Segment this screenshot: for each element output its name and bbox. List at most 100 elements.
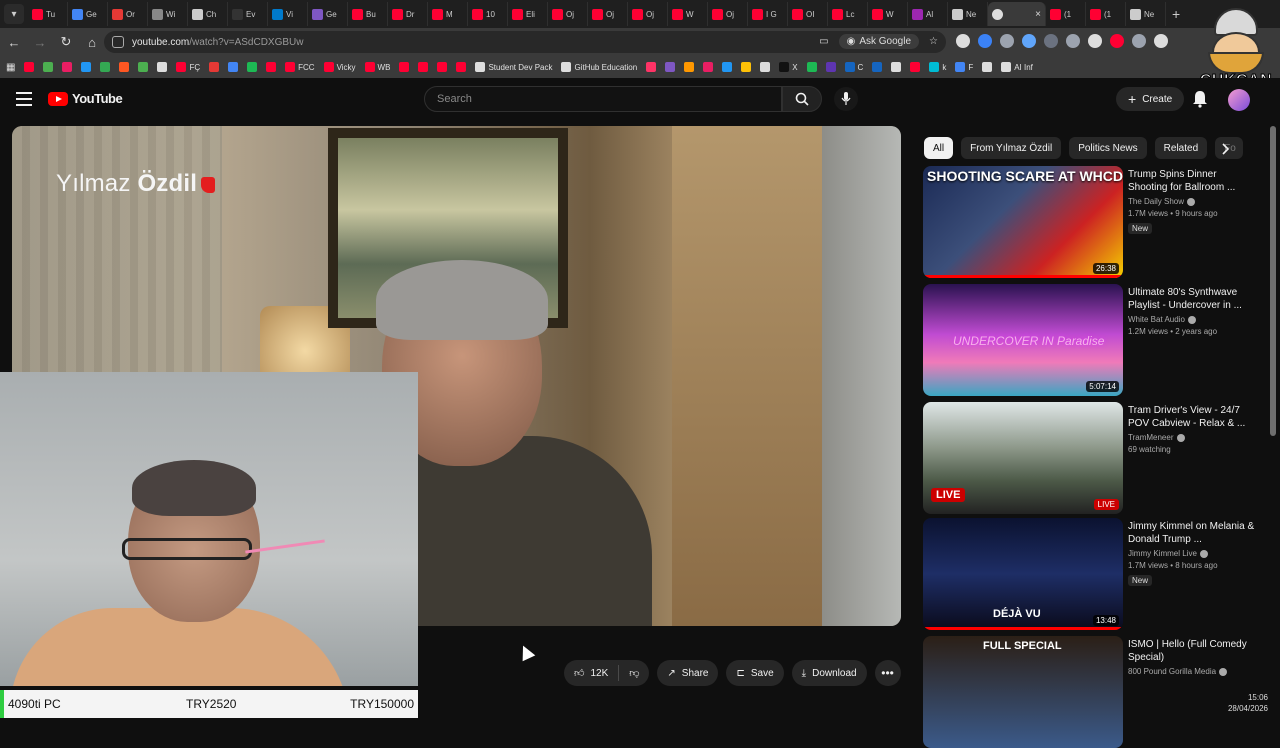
browser-tab[interactable]: Ev — [228, 2, 268, 26]
video-thumbnail[interactable]: SHOOTING SCARE AT WHCD 26:38 — [923, 166, 1123, 278]
download-button[interactable]: ⤓ Download — [791, 660, 867, 686]
bookmark-item[interactable] — [266, 62, 277, 72]
browser-tab[interactable]: M — [428, 2, 468, 26]
filter-chip[interactable]: Politics News — [1069, 137, 1147, 159]
browser-tab[interactable]: Oj — [708, 2, 748, 26]
new-tab-button[interactable]: + — [1172, 6, 1180, 22]
bookmark-item[interactable] — [722, 62, 733, 72]
bookmark-item[interactable] — [247, 62, 258, 72]
recommendation-title[interactable]: ISMO | Hello (Full Comedy Special) — [1128, 638, 1256, 664]
recommendation-item[interactable]: FULL SPECIAL ISMO | Hello (Full Comedy Sp… — [923, 636, 1263, 748]
channel-name[interactable]: Jimmy Kimmel Live — [1128, 549, 1256, 558]
like-button[interactable]: 👍︎ 12K — [564, 660, 618, 686]
bookmark-item[interactable] — [684, 62, 695, 72]
bookmark-item[interactable]: X — [779, 62, 798, 72]
browser-tab[interactable]: Ge — [68, 2, 108, 26]
back-button[interactable]: ← — [2, 30, 26, 54]
close-tab-icon[interactable]: × — [1035, 9, 1041, 20]
shield-icon[interactable] — [1088, 34, 1102, 48]
bookmark-item[interactable] — [760, 62, 771, 72]
extension-icon[interactable] — [956, 34, 970, 48]
bookmark-item[interactable] — [24, 62, 35, 72]
page-scrollbar[interactable] — [1270, 126, 1276, 436]
bookmark-item[interactable]: GitHub Education — [561, 62, 637, 72]
bookmark-item[interactable] — [741, 62, 752, 72]
browser-tab[interactable]: Oj — [548, 2, 588, 26]
recommendation-item[interactable]: UNDERCOVER IN Paradise 5:07:14 Ultimate 80… — [923, 284, 1263, 396]
browser-tab[interactable]: Ne — [948, 2, 988, 26]
bookmark-item[interactable] — [703, 62, 714, 72]
recommendation-title[interactable]: Tram Driver's View - 24/7 POV Cabview - … — [1128, 404, 1256, 430]
bookmark-item[interactable] — [665, 62, 676, 72]
browser-tab[interactable]: W — [868, 2, 908, 26]
bookmark-item[interactable]: C — [844, 62, 863, 72]
forward-button[interactable]: → — [28, 30, 52, 54]
bookmark-item[interactable] — [437, 62, 448, 72]
browser-tab[interactable]: I G — [748, 2, 788, 26]
browser-tab[interactable]: Ne — [1126, 2, 1166, 26]
recommendation-title[interactable]: Ultimate 80's Synthwave Playlist - Under… — [1128, 286, 1256, 312]
create-button[interactable]: + Create — [1116, 87, 1185, 111]
bookmark-item[interactable]: F — [955, 62, 973, 72]
browser-tab[interactable]: (1 — [1086, 2, 1126, 26]
tab-search-button[interactable]: ▾ — [4, 4, 24, 24]
bookmark-item[interactable] — [806, 62, 817, 72]
bookmark-item[interactable] — [982, 62, 993, 72]
bookmark-item[interactable] — [100, 62, 111, 72]
browser-tab[interactable]: Dr — [388, 2, 428, 26]
dislike-button[interactable]: 👎︎ — [619, 660, 649, 686]
search-input[interactable]: Search — [424, 86, 782, 112]
channel-name[interactable]: The Daily Show — [1128, 197, 1256, 206]
bookmark-item[interactable] — [157, 62, 168, 72]
user-avatar[interactable] — [1228, 89, 1250, 111]
share-button[interactable]: ↗ Share — [657, 660, 719, 686]
browser-tab[interactable]: Or — [108, 2, 148, 26]
bookmark-item[interactable] — [456, 62, 467, 72]
filter-chip[interactable]: All — [924, 137, 954, 159]
address-bar[interactable]: youtube.com/watch?v=ASdCDXGBUw ▭ ◉ Ask Go… — [104, 31, 946, 53]
filter-chip[interactable]: From Yılmaz Özdil — [961, 137, 1062, 159]
recommendation-item[interactable]: SHOOTING SCARE AT WHCD 26:38 Trump Spins D… — [923, 166, 1263, 278]
browser-tab[interactable]: Lc — [828, 2, 868, 26]
bookmark-item[interactable]: FCC — [285, 62, 315, 72]
bookmark-item[interactable] — [646, 62, 657, 72]
recommendation-item[interactable]: LIVE LIVE Tram Driver's View - 24/7 POV Ca… — [923, 402, 1263, 514]
channel-name[interactable]: White Bat Audio — [1128, 315, 1256, 324]
extension-icon[interactable] — [978, 34, 992, 48]
reload-button[interactable]: ↻ — [54, 30, 78, 54]
browser-tab[interactable]: Bu — [348, 2, 388, 26]
browser-tab[interactable]: OI — [788, 2, 828, 26]
channel-name[interactable]: 800 Pound Gorilla Media — [1128, 667, 1256, 676]
extension-icon[interactable] — [1066, 34, 1080, 48]
bookmark-item[interactable] — [891, 62, 902, 72]
extension-icon[interactable] — [1110, 34, 1124, 48]
browser-tab[interactable]: W — [668, 2, 708, 26]
bookmark-item[interactable] — [209, 62, 220, 72]
browser-tab[interactable]: (1 — [1046, 2, 1086, 26]
browser-tab[interactable]: Oj — [628, 2, 668, 26]
bookmark-item[interactable] — [119, 62, 130, 72]
browser-tab[interactable]: 10 — [468, 2, 508, 26]
youtube-logo[interactable]: YouTube — [48, 91, 123, 106]
extension-icon[interactable] — [1000, 34, 1014, 48]
bookmark-item[interactable] — [399, 62, 410, 72]
browser-tab[interactable]: Ch — [188, 2, 228, 26]
site-info-icon[interactable] — [112, 36, 124, 48]
browser-tab[interactable]: Vi — [268, 2, 308, 26]
ask-google-button[interactable]: ◉ Ask Google — [838, 34, 920, 49]
home-button[interactable]: ⌂ — [80, 30, 104, 54]
bookmark-item[interactable]: FÇ — [176, 62, 200, 72]
browser-tab[interactable]: Eli — [508, 2, 548, 26]
browser-tab[interactable]: Wi — [148, 2, 188, 26]
bookmark-item[interactable]: AI Inf — [1001, 62, 1033, 72]
browser-tab[interactable]: Tu — [28, 2, 68, 26]
bookmark-item[interactable]: WB — [364, 62, 390, 72]
apps-grid-icon[interactable]: ▦ — [6, 62, 15, 73]
chevron-right-icon[interactable] — [1218, 142, 1232, 156]
extension-icon[interactable] — [1022, 34, 1036, 48]
video-thumbnail[interactable]: UNDERCOVER IN Paradise 5:07:14 — [923, 284, 1123, 396]
recommendation-item[interactable]: DÉJÀ VU 13:48 Jimmy Kimmel on Melania & Do… — [923, 518, 1263, 630]
bookmark-item[interactable]: Student Dev Pack — [475, 62, 552, 72]
bookmark-item[interactable] — [418, 62, 429, 72]
browser-tab[interactable]: Oj — [588, 2, 628, 26]
